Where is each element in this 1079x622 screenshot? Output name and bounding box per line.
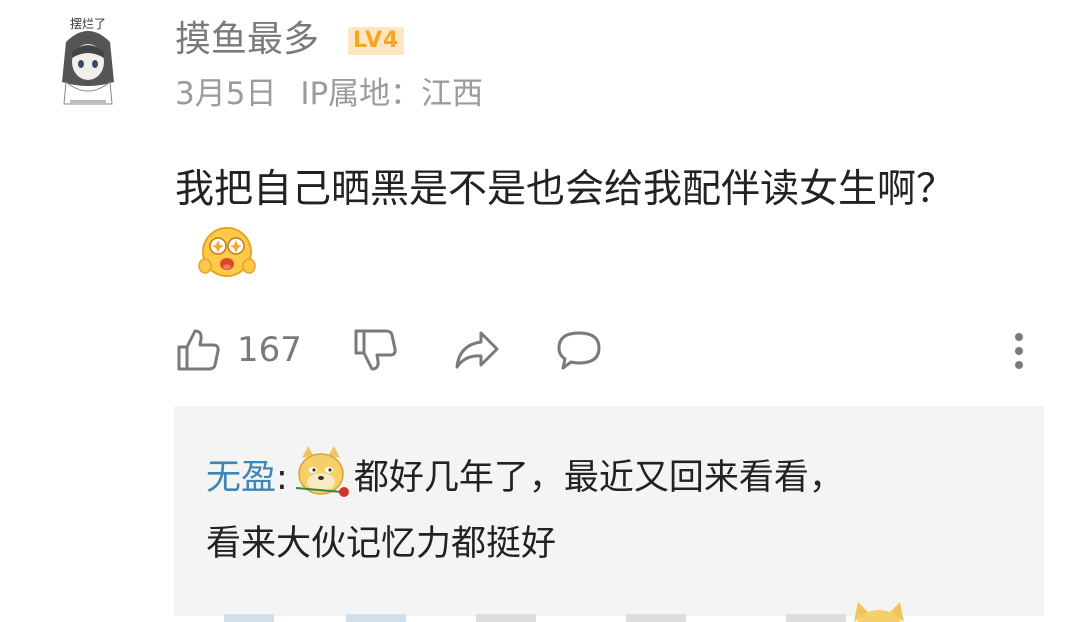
reply-text-line-1: 都好几年了，最近又回来看看， — [353, 458, 844, 498]
reply-line-1: 无盈: 都好几年了，最近又回来看看， — [206, 446, 844, 508]
comment-date: 3月5日 — [175, 76, 277, 112]
reply-separator: : — [276, 458, 288, 498]
ip-location: IP属地：江西 — [300, 76, 484, 112]
share-icon — [455, 331, 499, 369]
avatar[interactable]: 摆烂了 — [52, 12, 124, 108]
dislike-button[interactable] — [352, 322, 398, 378]
reply-line-2: 看来大伙记忆力都挺好 — [206, 518, 556, 570]
reply-text-line-2: 看来大伙记忆力都挺好 — [206, 524, 557, 564]
more-options-button[interactable] — [1011, 322, 1027, 378]
doge-rose-emoji-icon — [292, 444, 350, 502]
like-count: 167 — [237, 330, 302, 370]
comment-icon — [557, 331, 601, 370]
comment-meta: 3月5日 IP属地：江西 — [175, 74, 483, 114]
action-bar: 167 — [0, 322, 1079, 378]
reply-username[interactable]: 无盈 — [206, 458, 276, 498]
reply-button[interactable] — [555, 322, 603, 378]
more-icon — [1015, 333, 1023, 369]
star-eyed-emoji-icon — [197, 222, 257, 282]
level-badge: LV4 — [348, 27, 405, 55]
avatar-anime-girl-image: 摆烂了 — [62, 17, 114, 105]
comment-body: 我把自己晒黑是不是也会给我配伴读女生啊？ — [175, 167, 956, 212]
comment-text: 我把自己晒黑是不是也会给我配伴读女生啊？ — [175, 158, 1015, 286]
username[interactable]: 摸鱼最多 — [175, 18, 319, 62]
thumbs-up-icon — [177, 329, 220, 371]
reply-preview[interactable]: 无盈: 都好几年了，最近又回来看看， 看来大伙记忆力都挺好 — [174, 406, 1044, 622]
share-button[interactable] — [453, 322, 501, 378]
avatar-caption: 摆烂了 — [70, 17, 106, 31]
thumbs-down-icon — [354, 329, 397, 371]
reply-preview-next-partial — [206, 592, 1026, 622]
like-button[interactable]: 167 — [175, 322, 302, 378]
